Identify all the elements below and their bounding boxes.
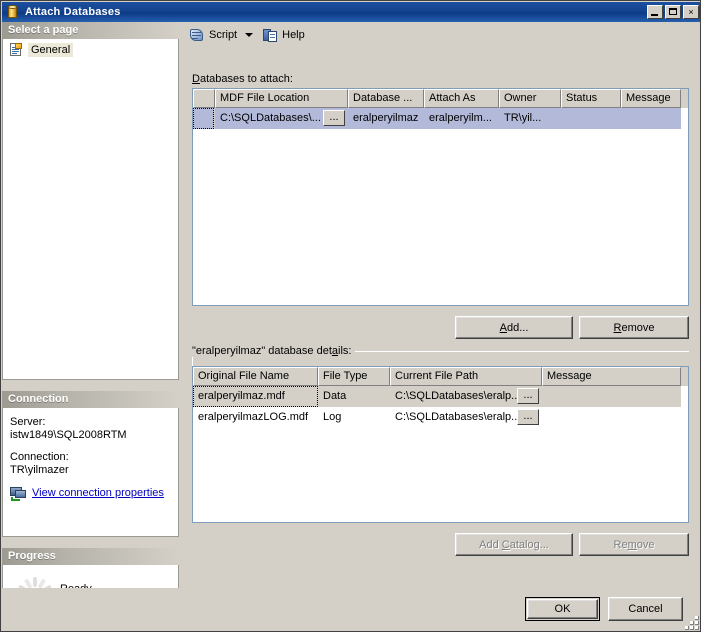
cell-filetype[interactable]: Data xyxy=(318,386,390,407)
cell-status[interactable] xyxy=(561,108,621,129)
select-page-list: General xyxy=(2,39,179,380)
grid-header-row: MDF File Location Database ... Attach As Ow… xyxy=(193,89,688,108)
maximize-button[interactable] xyxy=(665,5,681,19)
cell-mdf[interactable]: C:\SQLDatabases\...... xyxy=(215,108,348,129)
script-label: Script xyxy=(209,29,238,41)
column-header-currentpath[interactable]: Current File Path xyxy=(390,367,542,386)
column-header-message[interactable]: Message xyxy=(621,89,681,108)
page-general-icon xyxy=(9,43,24,57)
column-header-status[interactable]: Status xyxy=(561,89,621,108)
details-grid-body: eralperyilmaz.mdf Data C:\SQLDatabases\era… xyxy=(193,386,688,428)
progress-header: Progress xyxy=(2,548,179,565)
databases-to-attach-grid[interactable]: MDF File Location Database ... Attach As Ow… xyxy=(192,88,689,306)
cell-message[interactable] xyxy=(621,108,681,129)
column-header-message[interactable]: Message xyxy=(542,367,681,386)
column-header-rowhead[interactable] xyxy=(193,89,215,108)
cell-original[interactable]: eralperyilmaz.mdf xyxy=(193,386,318,407)
select-page-header: Select a page xyxy=(2,22,179,39)
remove-button-top[interactable]: Remove xyxy=(579,316,689,339)
minimize-button[interactable] xyxy=(647,5,663,19)
script-button[interactable]: Script xyxy=(186,25,240,45)
database-cylinder-icon xyxy=(6,5,20,19)
column-header-dbname[interactable]: Database ... xyxy=(348,89,424,108)
script-icon xyxy=(189,28,205,43)
connection-header: Connection xyxy=(2,391,179,408)
help-icon xyxy=(263,28,278,43)
window-title: Attach Databases xyxy=(25,6,121,18)
server-value: istw1849\SQL2008RTM xyxy=(10,429,127,441)
connection-value: TR\yilmazer xyxy=(10,464,69,476)
cancel-button-label: Cancel xyxy=(628,603,663,615)
browse-ellipsis-button[interactable]: ... xyxy=(517,388,539,404)
grip-dot xyxy=(695,616,699,620)
cell-rowhead[interactable] xyxy=(193,108,215,129)
browse-ellipsis-button[interactable]: ... xyxy=(323,110,345,126)
table-row[interactable]: C:\SQLDatabases\...... eralperyilmaz eralp… xyxy=(193,108,688,129)
dialog-footer: OK Cancel xyxy=(2,588,700,631)
close-button[interactable]: × xyxy=(683,5,699,19)
browse-ellipsis-button[interactable]: ... xyxy=(517,409,539,425)
database-details-grid[interactable]: Original File Name File Type Current File … xyxy=(192,366,689,523)
help-button[interactable]: Help xyxy=(260,25,308,45)
add-button[interactable]: Add... xyxy=(455,316,573,339)
view-connection-properties-row[interactable]: View connection properties xyxy=(10,486,171,501)
grip-dot xyxy=(685,626,689,630)
database-details-label: "eralperyilmaz" database details: xyxy=(192,345,356,357)
cell-currentpath[interactable]: C:\SQLDatabases\eralp...... xyxy=(390,386,542,407)
view-connection-properties-link[interactable]: View connection properties xyxy=(32,487,164,500)
focus-rect xyxy=(193,108,214,129)
grip-dot xyxy=(695,626,699,630)
cell-filetype[interactable]: Log xyxy=(318,407,390,428)
cell-original[interactable]: eralperyilmazLOG.mdf xyxy=(193,407,318,428)
title-bar[interactable]: Attach Databases × xyxy=(2,2,700,22)
server-connection-icon xyxy=(10,486,27,501)
add-catalog-button[interactable]: Add Catalog... xyxy=(455,533,573,556)
column-header-original[interactable]: Original File Name xyxy=(193,367,318,386)
column-header-mdf[interactable]: MDF File Location xyxy=(215,89,348,108)
resize-grip-icon[interactable] xyxy=(685,616,699,630)
chevron-down-icon[interactable] xyxy=(245,33,254,37)
server-label: Server: xyxy=(10,416,46,428)
cell-currentpath[interactable]: C:\SQLDatabases\eralp...... xyxy=(390,407,542,428)
sidebar-item-label: General xyxy=(28,43,74,57)
connection-body: Server: istw1849\SQL2008RTM Connection: … xyxy=(2,408,179,537)
spinner-segment xyxy=(32,577,37,587)
cell-dbname[interactable]: eralperyilmaz xyxy=(348,108,424,129)
cancel-button[interactable]: Cancel xyxy=(608,597,683,621)
remove-button-bottom-label: Remove xyxy=(613,538,655,551)
grip-dot xyxy=(695,621,699,625)
grip-dot xyxy=(690,621,694,625)
grid-body: C:\SQLDatabases\...... eralperyilmaz eralp… xyxy=(193,108,688,129)
cell-owner[interactable]: TR\yil... xyxy=(499,108,561,129)
cell-message[interactable] xyxy=(542,386,681,407)
close-icon: × xyxy=(688,7,694,17)
left-panel: Select a page General Connection Server:… xyxy=(2,22,179,631)
connection-label: Connection: xyxy=(10,451,69,463)
ok-button-label: OK xyxy=(554,603,571,615)
ok-button[interactable]: OK xyxy=(525,597,600,621)
content-panel: Script Help Databases to attach: MDF Fil… xyxy=(180,22,700,588)
column-header-attachas[interactable]: Attach As xyxy=(424,89,499,108)
attach-databases-dialog: Attach Databases × Select a page General… xyxy=(0,0,701,632)
table-row[interactable]: eralperyilmazLOG.mdf Log C:\SQLDatabases\e… xyxy=(193,407,688,428)
column-header-owner[interactable]: Owner xyxy=(499,89,561,108)
add-catalog-button-label: Add Catalog... xyxy=(479,538,549,551)
cell-message[interactable] xyxy=(542,407,681,428)
table-row[interactable]: eralperyilmaz.mdf Data C:\SQLDatabases\era… xyxy=(193,386,688,407)
focus-rect xyxy=(193,386,318,407)
remove-button-bottom[interactable]: Remove xyxy=(579,533,689,556)
grip-dot xyxy=(690,626,694,630)
databases-to-attach-label: Databases to attach: xyxy=(192,73,293,85)
column-header-filetype[interactable]: File Type xyxy=(318,367,390,386)
details-grid-header-row: Original File Name File Type Current File … xyxy=(193,367,688,386)
sidebar-item-general[interactable]: General xyxy=(7,42,178,58)
cell-attachas[interactable]: eralperyilm... xyxy=(424,108,499,129)
help-label: Help xyxy=(282,29,305,41)
connection-section: Connection Server: istw1849\SQL2008RTM C… xyxy=(2,391,179,537)
add-button-label: Add... xyxy=(499,321,529,334)
toolbar: Script Help xyxy=(180,22,700,48)
remove-button-top-label: Remove xyxy=(613,321,655,334)
